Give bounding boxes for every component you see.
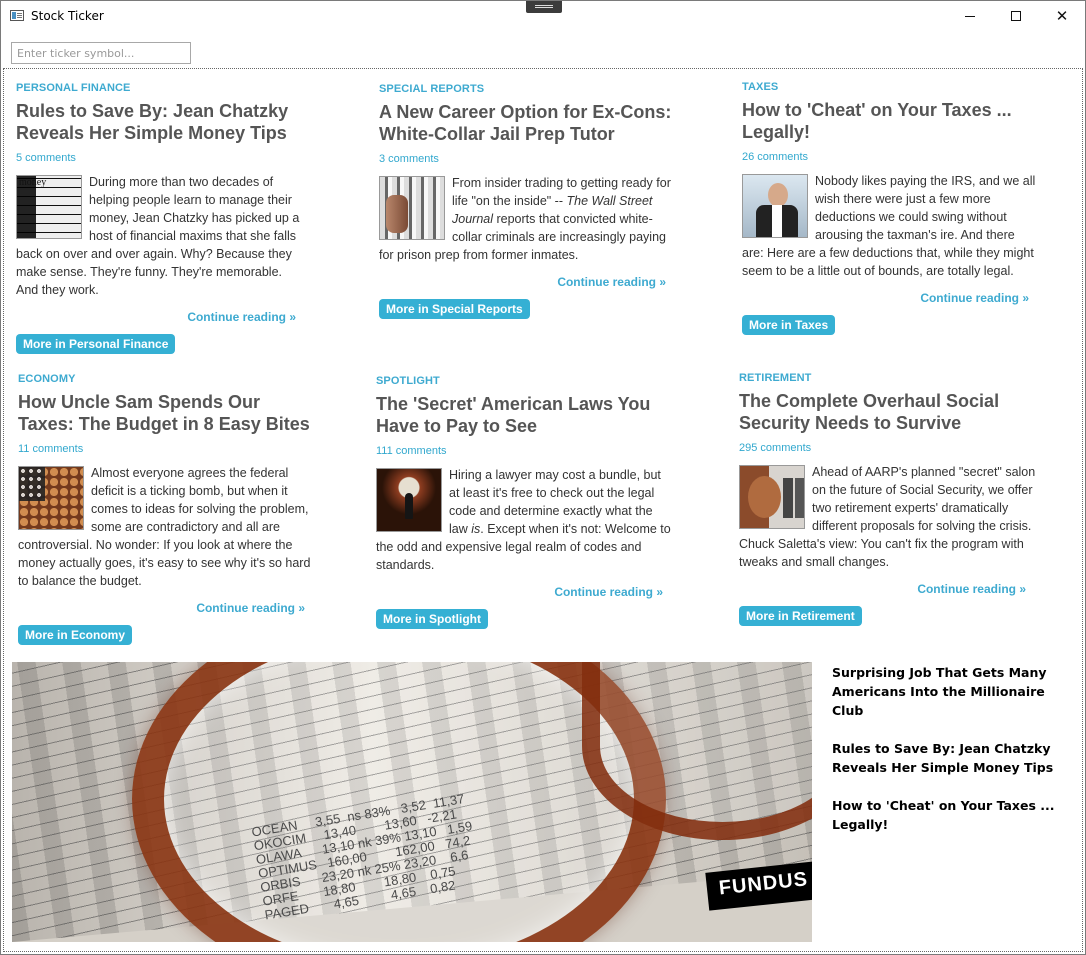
stock-ticker-window: Stock Ticker ✕ Personal Finance Rules to… <box>0 0 1086 955</box>
article-summary: Nobody likes paying the IRS, and we all … <box>742 172 1039 280</box>
prison-bars-image[interactable] <box>379 176 445 240</box>
related-links-sidebar: Surprising Job That Gets Many Americans … <box>832 663 1077 853</box>
close-button[interactable]: ✕ <box>1039 1 1085 31</box>
article-summary: During more than two decades of helping … <box>16 173 306 299</box>
related-link[interactable]: How to 'Cheat' on Your Taxes ... Legally… <box>832 796 1077 834</box>
drag-grip-icon[interactable] <box>526 1 562 13</box>
article-card-retirement: Retirement The Complete Overhaul Social … <box>739 372 1036 626</box>
article-title[interactable]: How to 'Cheat' on Your Taxes ... Legally… <box>742 99 1039 143</box>
continue-reading-link[interactable]: Continue reading » <box>376 585 673 599</box>
title-bar: Stock Ticker ✕ <box>1 1 1085 31</box>
related-link[interactable]: Surprising Job That Gets Many Americans … <box>832 663 1077 720</box>
more-category-button[interactable]: More in Personal Finance <box>16 334 176 354</box>
more-category-button[interactable]: More in Retirement <box>739 606 862 626</box>
comments-link[interactable]: 26 comments <box>742 151 1039 163</box>
article-title[interactable]: How Uncle Sam Spends Our Taxes: The Budg… <box>18 391 315 435</box>
article-title[interactable]: Rules to Save By: Jean Chatzky Reveals H… <box>16 100 306 144</box>
article-card-spotlight: Spotlight The 'Secret' American Laws You… <box>376 375 673 629</box>
ticker-search-input[interactable] <box>11 42 191 64</box>
maximize-icon <box>1011 11 1021 21</box>
comments-link[interactable]: 5 comments <box>16 152 306 164</box>
continue-reading-link[interactable]: Continue reading » <box>742 291 1039 305</box>
article-category[interactable]: Personal Finance <box>16 82 306 94</box>
article-category[interactable]: Economy <box>18 373 315 385</box>
related-link[interactable]: Rules to Save By: Jean Chatzky Reveals H… <box>832 739 1077 777</box>
close-icon: ✕ <box>1055 6 1069 25</box>
comments-link[interactable]: 11 comments <box>18 443 315 455</box>
maximize-button[interactable] <box>993 1 1039 31</box>
article-title[interactable]: The Complete Overhaul Social Security Ne… <box>739 390 1036 434</box>
app-window-icon <box>10 10 24 21</box>
comments-link[interactable]: 295 comments <box>739 442 1036 454</box>
dictionary-money-image[interactable] <box>16 175 82 239</box>
article-category[interactable]: Taxes <box>742 81 1039 93</box>
article-card-economy: Economy How Uncle Sam Spends Our Taxes: … <box>18 373 315 645</box>
minimize-button[interactable] <box>947 1 993 31</box>
featured-glasses-newspaper-image[interactable]: OCEAN 3,55 ns 83% 3,52 11,37 OKOCIM 13,4… <box>12 662 812 942</box>
article-summary: Ahead of AARP's planned "secret" salon o… <box>739 463 1036 571</box>
comments-link[interactable]: 3 comments <box>379 153 676 165</box>
more-category-button[interactable]: More in Special Reports <box>379 299 530 319</box>
article-title[interactable]: The 'Secret' American Laws You Have to P… <box>376 393 673 437</box>
continue-reading-link[interactable]: Continue reading » <box>18 601 315 615</box>
continue-reading-link[interactable]: Continue reading » <box>739 582 1036 596</box>
article-card-taxes: Taxes How to 'Cheat' on Your Taxes ... L… <box>742 81 1039 335</box>
article-summary: Hiring a lawyer may cost a bundle, but a… <box>376 466 673 574</box>
article-summary: From insider trading to getting ready fo… <box>379 174 676 264</box>
article-category[interactable]: Special Reports <box>379 83 676 95</box>
more-category-button[interactable]: More in Economy <box>18 625 133 645</box>
article-summary: Almost everyone agrees the federal defic… <box>18 464 315 590</box>
article-category[interactable]: Spotlight <box>376 375 673 387</box>
comments-link[interactable]: 111 comments <box>376 445 673 457</box>
minimize-icon <box>965 15 975 17</box>
emphasized-word: is <box>471 522 481 536</box>
continue-reading-link[interactable]: Continue reading » <box>16 310 306 324</box>
continue-reading-link[interactable]: Continue reading » <box>379 275 676 289</box>
keyhole-image[interactable] <box>376 468 442 532</box>
article-card-special-reports: Special Reports A New Career Option for … <box>379 83 676 319</box>
more-category-button[interactable]: More in Spotlight <box>376 609 488 629</box>
article-card-personal-finance: Personal Finance Rules to Save By: Jean … <box>16 82 306 354</box>
more-category-button[interactable]: More in Taxes <box>742 315 836 335</box>
article-title[interactable]: A New Career Option for Ex-Cons: White-C… <box>379 101 676 145</box>
article-category[interactable]: Retirement <box>739 372 1036 384</box>
businessman-image[interactable] <box>742 174 808 238</box>
window-title: Stock Ticker <box>31 9 104 23</box>
coin-flag-image[interactable] <box>18 466 84 530</box>
phone-call-image[interactable] <box>739 465 805 529</box>
